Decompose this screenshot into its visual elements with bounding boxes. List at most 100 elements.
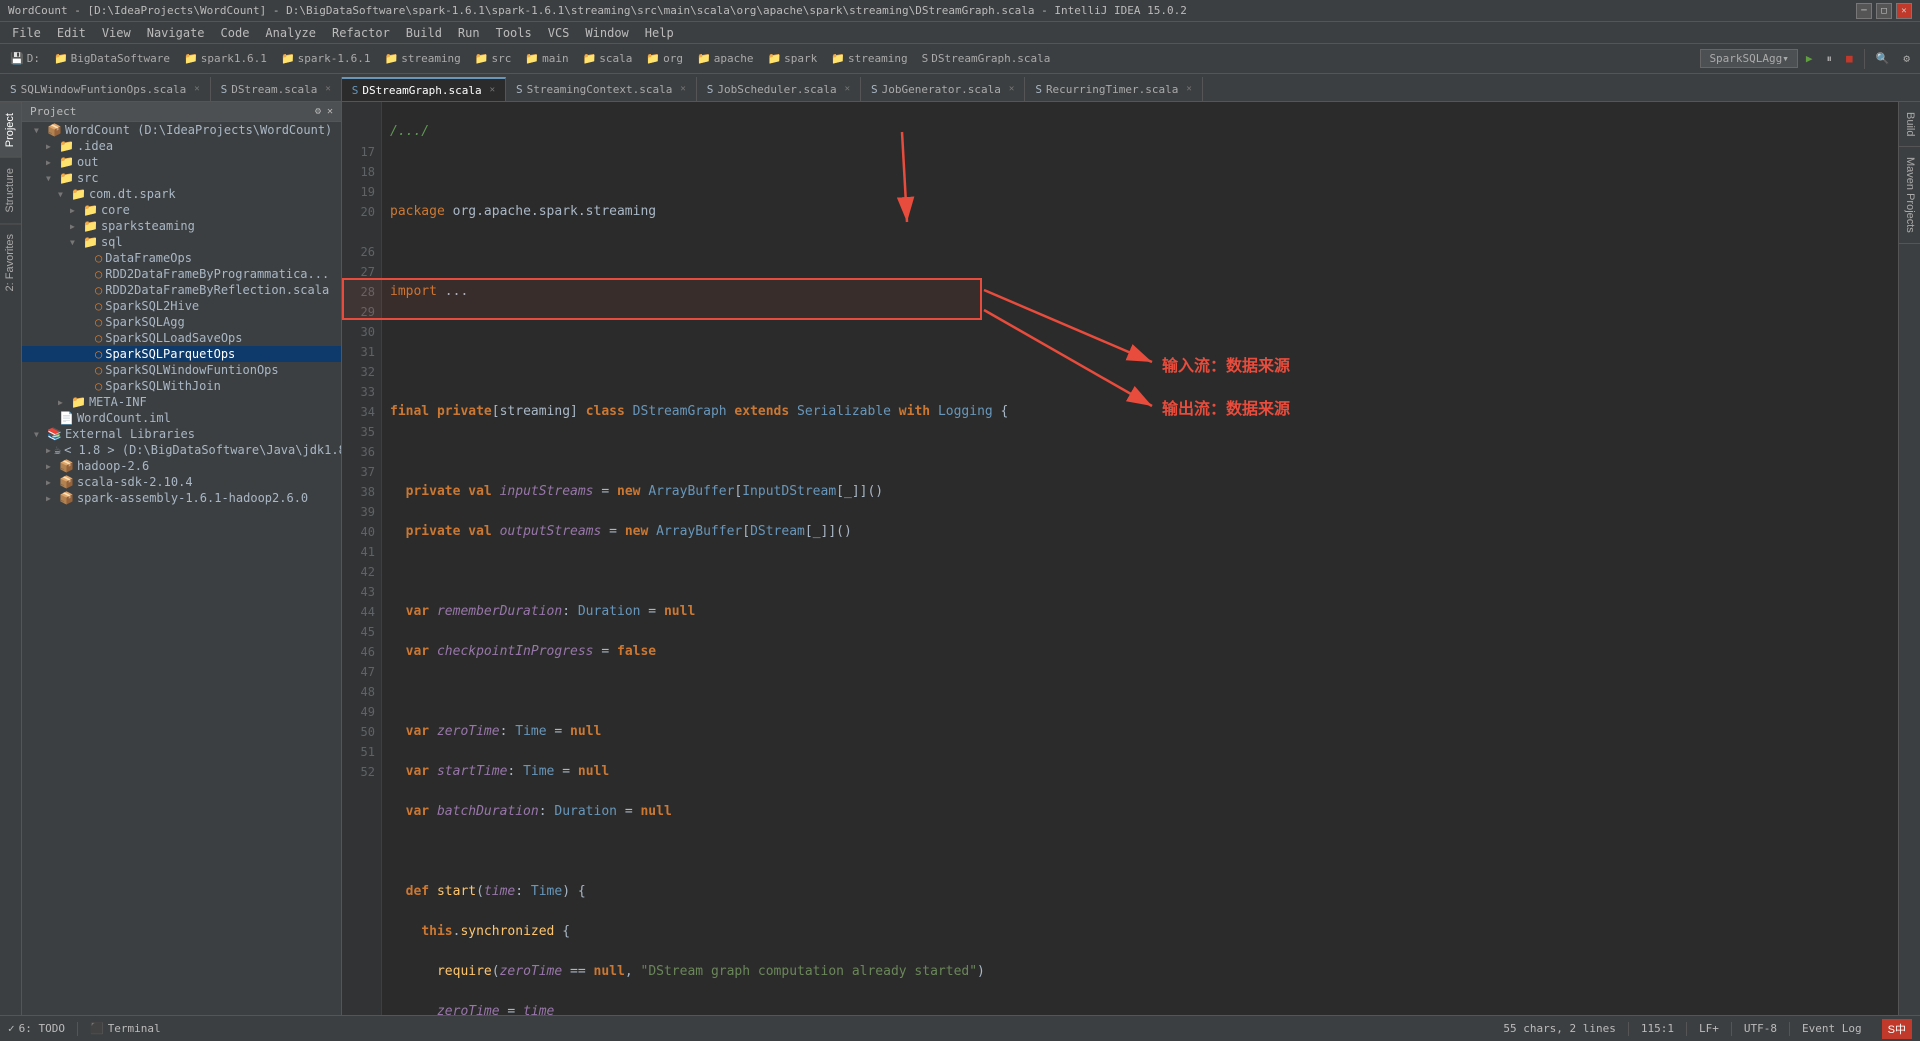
- tree-item-sparksqlparquet[interactable]: ○ SparkSQLParquetOps: [22, 346, 341, 362]
- toolbar-scala-folder[interactable]: 📁 scala: [577, 50, 639, 67]
- menu-analyze[interactable]: Analyze: [257, 24, 324, 42]
- folder-icon6: 📁: [525, 52, 539, 65]
- toolbar-streaming-pkg[interactable]: 📁 streaming: [825, 50, 913, 67]
- search-everywhere-button[interactable]: 🔍: [1870, 50, 1896, 67]
- tree-item-out[interactable]: ▶ 📁 out: [22, 154, 341, 170]
- file-icon-streaming: S: [516, 83, 523, 96]
- code-text: /.../ package org.apache.spark.streaming…: [382, 102, 1898, 1015]
- code-line-28: [390, 442, 1890, 462]
- toolbar-drive[interactable]: 💾 D:: [4, 50, 46, 67]
- tree-item-scala-sdk[interactable]: ▶ 📦 scala-sdk-2.10.4: [22, 474, 341, 490]
- folder-icon10: 📁: [767, 52, 781, 65]
- run-button[interactable]: ▶: [1800, 50, 1819, 67]
- drive-icon: 💾: [10, 52, 24, 65]
- stop-button[interactable]: ■: [1840, 50, 1859, 67]
- menu-tools[interactable]: Tools: [488, 24, 540, 42]
- status-terminal[interactable]: ⬛ Terminal: [90, 1022, 161, 1035]
- panel-build-button[interactable]: Build: [1899, 102, 1920, 147]
- tree-item-dataframeops[interactable]: ○ DataFrameOps: [22, 250, 341, 266]
- status-eventlog[interactable]: Event Log: [1802, 1022, 1862, 1035]
- code-line-38: [390, 842, 1890, 862]
- close-dstreamgraph[interactable]: ✕: [490, 85, 495, 95]
- folder-icon8: 📁: [646, 52, 660, 65]
- expand-icon: ▼: [70, 238, 80, 247]
- tree-item-sql[interactable]: ▼ 📁 sql: [22, 234, 341, 250]
- menu-vcs[interactable]: VCS: [540, 24, 578, 42]
- maximize-button[interactable]: □: [1876, 3, 1892, 19]
- toolbar-main[interactable]: 📁 main: [519, 50, 574, 67]
- tab-dstreamgraph[interactable]: S DStreamGraph.scala ✕: [342, 77, 506, 101]
- menu-code[interactable]: Code: [213, 24, 258, 42]
- tree-item-rdd2prog[interactable]: ○ RDD2DataFrameByProgrammatica...: [22, 266, 341, 282]
- panel-maven-button[interactable]: Maven Projects: [1899, 147, 1920, 244]
- close-timer[interactable]: ✕: [1186, 84, 1191, 94]
- tree-item-jdk[interactable]: ▶ ☕ < 1.8 > (D:\BigDataSoftware\Java\jdk…: [22, 442, 341, 458]
- settings-button[interactable]: ⚙: [1897, 50, 1916, 67]
- menu-window[interactable]: Window: [577, 24, 636, 42]
- toolbar-streaming[interactable]: 📁 streaming: [379, 50, 467, 67]
- tab-sqlwindow[interactable]: S SQLWindowFuntionOps.scala ✕: [0, 77, 211, 101]
- file-icon-jobgen: S: [871, 83, 878, 96]
- tree-item-src[interactable]: ▼ 📁 src: [22, 170, 341, 186]
- tree-item-spark-assembly[interactable]: ▶ 📦 spark-assembly-1.6.1-hadoop2.6.0: [22, 490, 341, 506]
- menu-help[interactable]: Help: [637, 24, 682, 42]
- close-jobgen[interactable]: ✕: [1009, 84, 1014, 94]
- menu-edit[interactable]: Edit: [49, 24, 94, 42]
- menu-build[interactable]: Build: [398, 24, 450, 42]
- toolbar-bigdata[interactable]: 📁 BigDataSoftware: [48, 50, 176, 67]
- panel-project-button[interactable]: Project: [0, 102, 21, 157]
- panel-favorites-button[interactable]: 2: Favorites: [0, 223, 21, 301]
- tab-jobscheduler[interactable]: S JobScheduler.scala ✕: [697, 77, 861, 101]
- debug-button[interactable]: ⏸: [1821, 50, 1839, 68]
- run-config-selector[interactable]: SparkSQLAgg▾: [1700, 49, 1797, 68]
- tree-item-sparksqlagg[interactable]: ○ SparkSQLAgg: [22, 314, 341, 330]
- code-editor[interactable]: 17 18 19 20 26 27 28 29 30 31 32 33 34 3…: [342, 102, 1898, 1015]
- tree-item-comdt[interactable]: ▼ 📁 com.dt.spark: [22, 186, 341, 202]
- tree-item-idea[interactable]: ▶ 📁 .idea: [22, 138, 341, 154]
- status-sep4: [1731, 1022, 1732, 1036]
- tree-item-sparksqlload[interactable]: ○ SparkSQLLoadSaveOps: [22, 330, 341, 346]
- menu-navigate[interactable]: Navigate: [139, 24, 213, 42]
- far-left-panel: Project Structure 2: Favorites: [0, 102, 22, 1015]
- tree-item-sparksql2hive[interactable]: ○ SparkSQL2Hive: [22, 298, 341, 314]
- tree-item-sparksqlwith[interactable]: ○ SparkSQLWithJoin: [22, 378, 341, 394]
- project-tree: Project ⚙ ✕ ▼ 📦 WordCount (D:\IdeaProjec…: [22, 102, 342, 1015]
- tab-streamingcontext[interactable]: S StreamingContext.scala ✕: [506, 77, 697, 101]
- tree-item-wordcountiml[interactable]: 📄 WordCount.iml: [22, 410, 341, 426]
- menu-file[interactable]: File: [4, 24, 49, 42]
- minimize-button[interactable]: ─: [1856, 3, 1872, 19]
- tree-item-extlibs[interactable]: ▼ 📚 External Libraries: [22, 426, 341, 442]
- tree-item-rdd2refl[interactable]: ○ RDD2DataFrameByReflection.scala: [22, 282, 341, 298]
- tree-item-metainf[interactable]: ▶ 📁 META-INF: [22, 394, 341, 410]
- panel-structure-button[interactable]: Structure: [0, 157, 21, 223]
- tree-item-wordcount[interactable]: ▼ 📦 WordCount (D:\IdeaProjects\WordCount…: [22, 122, 341, 138]
- close-jobsched[interactable]: ✕: [845, 84, 850, 94]
- menu-view[interactable]: View: [94, 24, 139, 42]
- code-line-18: package org.apache.spark.streaming: [390, 202, 1890, 222]
- toolbar-apache[interactable]: 📁 apache: [691, 50, 759, 67]
- toolbar-dstreamgraph-file[interactable]: S DStreamGraph.scala: [916, 50, 1057, 67]
- close-button[interactable]: ✕: [1896, 3, 1912, 19]
- tree-item-sparksteaming[interactable]: ▶ 📁 sparksteaming: [22, 218, 341, 234]
- tree-item-sparksqlwindow[interactable]: ○ SparkSQLWindowFuntionOps: [22, 362, 341, 378]
- toolbar-spark-pkg[interactable]: 📁 spark: [761, 50, 823, 67]
- close-dstream[interactable]: ✕: [325, 84, 330, 94]
- close-streaming[interactable]: ✕: [680, 84, 685, 94]
- todo-icon: ✓: [8, 1022, 15, 1035]
- status-todo[interactable]: ✓ 6: TODO: [8, 1022, 65, 1035]
- menu-refactor[interactable]: Refactor: [324, 24, 398, 42]
- close-sqlwindow[interactable]: ✕: [194, 84, 199, 94]
- tree-item-hadoop[interactable]: ▶ 📦 hadoop-2.6: [22, 458, 341, 474]
- tab-jobgenerator[interactable]: S JobGenerator.scala ✕: [861, 77, 1025, 101]
- tab-recurringtimer[interactable]: S RecurringTimer.scala ✕: [1025, 77, 1203, 101]
- status-encoding[interactable]: UTF-8: [1744, 1022, 1777, 1035]
- window-controls[interactable]: ─ □ ✕: [1856, 3, 1912, 19]
- toolbar-spark161[interactable]: 📁 spark1.6.1: [178, 50, 273, 67]
- expand-icon: ▶: [46, 478, 56, 487]
- tree-item-core[interactable]: ▶ 📁 core: [22, 202, 341, 218]
- toolbar-spark-src[interactable]: 📁 spark-1.6.1: [275, 50, 377, 67]
- toolbar-org[interactable]: 📁 org: [640, 50, 689, 67]
- menu-run[interactable]: Run: [450, 24, 488, 42]
- toolbar-src[interactable]: 📁 src: [469, 50, 518, 67]
- tab-dstream[interactable]: S DStream.scala ✕: [211, 77, 342, 101]
